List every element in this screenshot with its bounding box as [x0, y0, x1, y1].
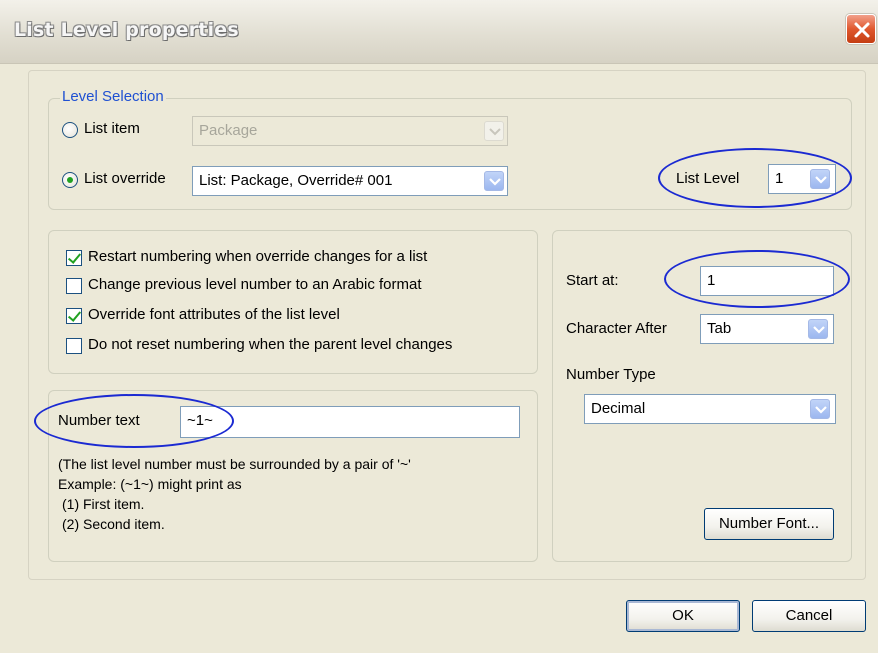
number-text-input[interactable]: ~1~ — [180, 406, 520, 438]
window-title: List Level properties — [14, 19, 239, 41]
ok-button[interactable]: OK — [626, 600, 740, 632]
number-font-button[interactable]: Number Font... — [704, 508, 834, 540]
number-type-value: Decimal — [591, 400, 646, 417]
help-line-4: (2) Second item. — [62, 516, 165, 532]
arabic-format-checkbox[interactable] — [66, 278, 82, 294]
number-type-label: Number Type — [566, 366, 656, 383]
list-item-label: List item — [84, 120, 140, 137]
check-mark-icon — [67, 308, 82, 322]
number-type-select[interactable]: Decimal — [584, 394, 836, 424]
close-icon — [854, 22, 870, 38]
start-at-value: 1 — [707, 272, 716, 289]
chevron-down-icon — [489, 128, 501, 136]
list-override-label: List override — [84, 170, 166, 187]
chevron-down-icon — [815, 176, 827, 184]
arabic-format-label: Change previous level number to an Arabi… — [88, 276, 422, 293]
character-after-label: Character After — [566, 320, 667, 337]
level-selection-legend: Level Selection — [60, 88, 166, 105]
list-override-radio[interactable] — [62, 172, 78, 188]
help-line-1: (The list level number must be surrounde… — [58, 456, 411, 472]
list-item-radio[interactable] — [62, 122, 78, 138]
number-text-value: ~1~ — [187, 412, 213, 429]
start-at-label: Start at: — [566, 272, 619, 289]
list-item-select: Package — [192, 116, 508, 146]
number-text-label: Number text — [58, 412, 140, 429]
character-after-value: Tab — [707, 320, 732, 337]
list-item-value: Package — [199, 122, 258, 139]
restart-numbering-checkbox[interactable] — [66, 250, 82, 266]
start-at-input[interactable]: 1 — [700, 266, 834, 296]
list-level-value: 1 — [775, 170, 784, 187]
help-line-2: Example: (~1~) might print as — [58, 476, 242, 492]
override-font-label: Override font attributes of the list lev… — [88, 306, 340, 323]
chevron-down-icon — [813, 326, 825, 334]
list-override-value: List: Package, Override# 001 — [199, 172, 393, 189]
character-after-dropdown-button[interactable] — [808, 319, 828, 339]
list-item-dropdown-button — [484, 121, 504, 141]
check-mark-icon — [67, 250, 82, 264]
number-type-dropdown-button[interactable] — [810, 399, 830, 419]
list-override-select[interactable]: List: Package, Override# 001 — [192, 166, 508, 196]
list-level-dropdown-button[interactable] — [810, 169, 830, 189]
chevron-down-icon — [815, 406, 827, 414]
chevron-down-icon — [489, 178, 501, 186]
list-override-dropdown-button[interactable] — [484, 171, 504, 191]
list-level-label: List Level — [676, 170, 740, 187]
restart-numbering-label: Restart numbering when override changes … — [88, 248, 428, 265]
no-reset-numbering-checkbox[interactable] — [66, 338, 82, 354]
help-line-3: (1) First item. — [62, 496, 145, 512]
no-reset-numbering-label: Do not reset numbering when the parent l… — [88, 336, 453, 353]
cancel-button[interactable]: Cancel — [752, 600, 866, 632]
close-button[interactable] — [846, 14, 876, 44]
override-font-checkbox[interactable] — [66, 308, 82, 324]
